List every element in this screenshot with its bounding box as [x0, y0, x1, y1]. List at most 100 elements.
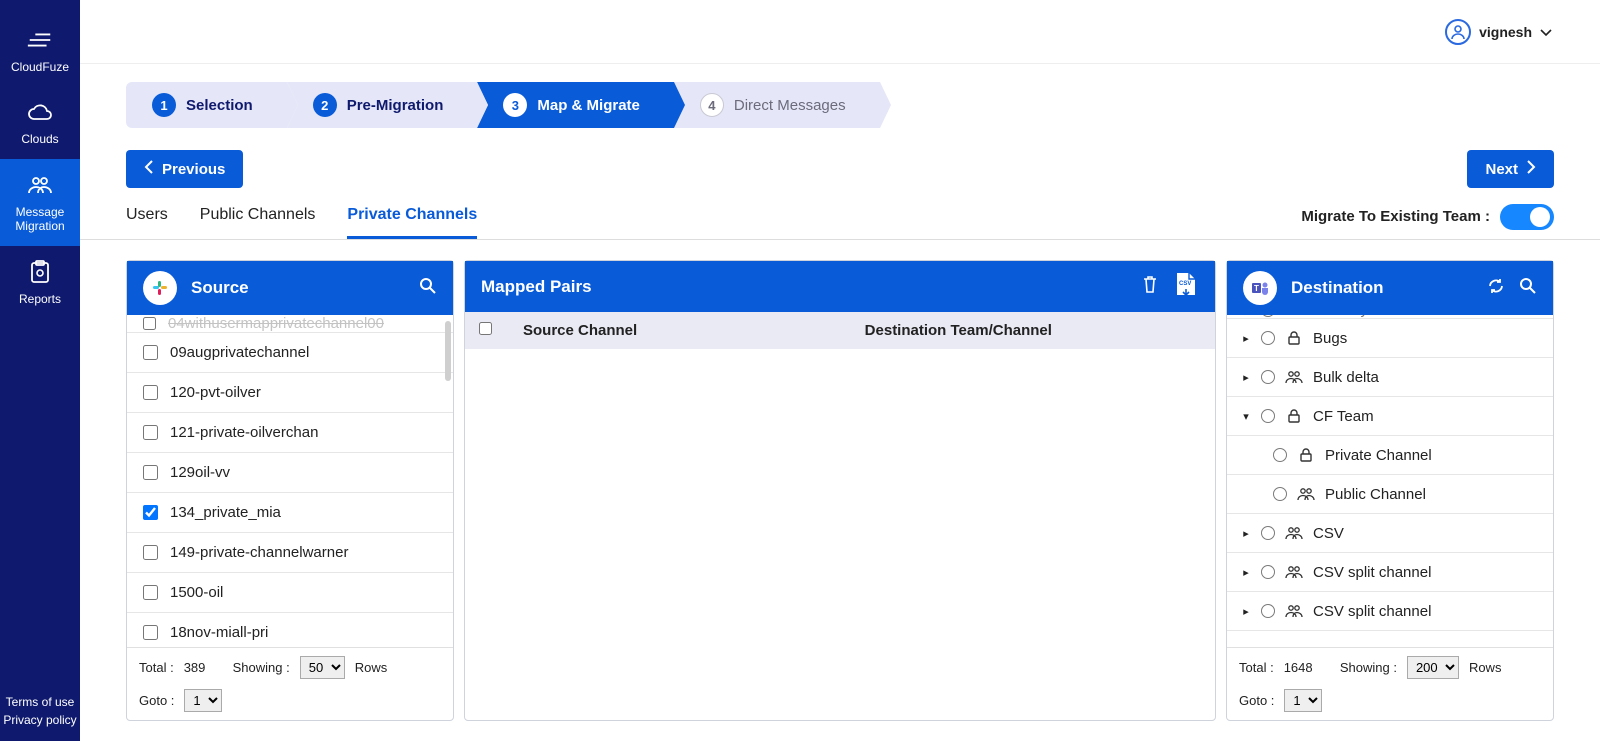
previous-label: Previous — [162, 161, 225, 178]
caret-right-icon[interactable]: ▸ — [1241, 371, 1251, 384]
scrollbar[interactable] — [445, 321, 451, 381]
dest-row[interactable]: ▸CSV split channel — [1227, 553, 1553, 592]
rows-label: Rows — [1469, 660, 1502, 675]
destination-panel: T Destination ▸ Anthony.chris20/05/2024 … — [1226, 260, 1554, 721]
source-row[interactable]: 18nov-miall-pri — [127, 613, 453, 647]
tab-public-channels[interactable]: Public Channels — [200, 194, 316, 239]
tab-private-channels[interactable]: Private Channels — [347, 194, 477, 239]
sidebar-item-reports[interactable]: Reports — [0, 246, 80, 318]
dest-item-label: CSV split channel — [1313, 603, 1431, 620]
refresh-icon[interactable] — [1487, 277, 1505, 300]
sidebar-item-label: Clouds — [21, 132, 58, 146]
privacy-link[interactable]: Privacy policy — [0, 713, 80, 727]
tab-users[interactable]: Users — [126, 194, 168, 239]
slack-logo-icon — [143, 271, 177, 305]
source-row[interactable]: 129oil-vv — [127, 453, 453, 493]
caret-right-icon[interactable]: ▸ — [1241, 566, 1251, 579]
dest-row[interactable]: ▸ CSV split channel — [1227, 592, 1553, 631]
total-value: 389 — [184, 660, 206, 675]
step-label: Map & Migrate — [537, 97, 640, 114]
chevron-right-icon — [1526, 160, 1536, 178]
dest-radio[interactable] — [1261, 565, 1275, 579]
migrate-toggle[interactable] — [1500, 204, 1554, 230]
caret-right-icon[interactable]: ▸ — [1241, 332, 1251, 345]
source-checkbox[interactable] — [143, 385, 158, 400]
svg-text:T: T — [1254, 284, 1259, 293]
next-button[interactable]: Next — [1467, 150, 1554, 188]
source-footer: Total : 389 Showing : 50 Rows Goto : 1 — [127, 647, 453, 720]
caret-right-icon[interactable]: ▸ — [1241, 527, 1251, 540]
showing-label: Showing : — [1340, 660, 1397, 675]
tab-bar: Users Public Channels Private Channels — [126, 194, 477, 239]
source-checkbox[interactable] — [143, 545, 158, 560]
mapped-table-body — [465, 349, 1215, 720]
dest-radio[interactable] — [1261, 526, 1275, 540]
source-checkbox[interactable] — [143, 345, 158, 360]
sidebar-footer: Terms of use Privacy policy — [0, 691, 80, 741]
user-menu[interactable]: vignesh — [1445, 19, 1552, 45]
source-row[interactable]: 134_private_mia — [127, 493, 453, 533]
cloud-icon — [26, 98, 54, 126]
search-icon[interactable] — [1519, 277, 1537, 300]
dest-radio[interactable] — [1261, 409, 1275, 423]
select-all-checkbox[interactable] — [479, 322, 492, 335]
caret-right-icon[interactable]: ▸ — [1241, 605, 1251, 618]
dest-row[interactable]: ▸ Bulk delta — [1227, 358, 1553, 397]
group-icon — [1285, 563, 1303, 581]
source-checkbox[interactable] — [143, 505, 158, 520]
chevron-down-icon — [1540, 24, 1552, 40]
destination-title: Destination — [1291, 278, 1384, 298]
sidebar-item-cloudfuze[interactable]: CloudFuze — [0, 14, 80, 86]
source-checkbox[interactable] — [143, 585, 158, 600]
dest-row[interactable]: ▸Bugs — [1227, 319, 1553, 358]
dest-radio[interactable] — [1273, 487, 1287, 501]
search-icon[interactable] — [419, 277, 437, 300]
lock-icon — [1285, 315, 1303, 319]
showing-select[interactable]: 200 — [1407, 656, 1459, 679]
previous-button[interactable]: Previous — [126, 150, 243, 188]
user-avatar-icon — [1445, 19, 1471, 45]
source-row[interactable]: 121-private-oilverchan — [127, 413, 453, 453]
group-icon — [1297, 485, 1315, 503]
dest-row[interactable]: ▸CSV — [1227, 514, 1553, 553]
svg-text:CSV: CSV — [1179, 281, 1191, 287]
caret-down-icon[interactable]: ▾ — [1241, 410, 1251, 423]
source-row[interactable]: 149-private-channelwarner — [127, 533, 453, 573]
caret-icon[interactable]: ▸ — [1241, 315, 1251, 316]
source-row[interactable]: 09augprivatechannel — [127, 333, 453, 373]
mapped-table-head: Source Channel Destination Team/Channel — [465, 312, 1215, 349]
goto-select[interactable]: 1 — [184, 689, 222, 712]
dest-item-label: Bulk delta — [1313, 369, 1379, 386]
sidebar-item-clouds[interactable]: Clouds — [0, 86, 80, 158]
source-checkbox[interactable] — [143, 317, 156, 330]
step-selection[interactable]: 1Selection — [126, 82, 287, 128]
showing-select[interactable]: 50 — [300, 656, 345, 679]
dest-child-row[interactable]: Private Channel — [1227, 436, 1553, 475]
step-map-migrate[interactable]: 3Map & Migrate — [477, 82, 674, 128]
wizard-steps: 1Selection 2Pre-Migration 3Map & Migrate… — [80, 64, 1600, 136]
source-row[interactable]: 120-pvt-oilver — [127, 373, 453, 413]
source-checkbox[interactable] — [143, 465, 158, 480]
delete-icon[interactable] — [1141, 274, 1159, 299]
destination-header: T Destination — [1227, 261, 1553, 315]
clipboard-icon — [26, 258, 54, 286]
source-checkbox[interactable] — [143, 625, 158, 640]
sidebar-item-message-migration[interactable]: Message Migration — [0, 159, 80, 246]
dest-radio[interactable] — [1273, 448, 1287, 462]
dest-row[interactable]: ▾CF Team — [1227, 397, 1553, 436]
source-row-partial[interactable]: 04withusermapprivatechannel00 — [127, 315, 453, 333]
dest-radio[interactable] — [1261, 370, 1275, 384]
step-premigration[interactable]: 2Pre-Migration — [287, 82, 478, 128]
dest-radio[interactable] — [1261, 604, 1275, 618]
goto-select[interactable]: 1 — [1284, 689, 1322, 712]
sidebar-item-label: CloudFuze — [11, 60, 69, 74]
source-row[interactable]: 1500-oil — [127, 573, 453, 613]
step-direct-messages[interactable]: 4Direct Messages — [674, 82, 880, 128]
source-checkbox[interactable] — [143, 425, 158, 440]
terms-link[interactable]: Terms of use — [0, 695, 80, 709]
dest-child-row[interactable]: Public Channel — [1227, 475, 1553, 514]
next-label: Next — [1485, 161, 1518, 178]
dest-radio[interactable] — [1261, 331, 1275, 345]
dest-radio[interactable] — [1261, 315, 1275, 317]
csv-upload-icon[interactable]: CSV — [1173, 271, 1199, 302]
